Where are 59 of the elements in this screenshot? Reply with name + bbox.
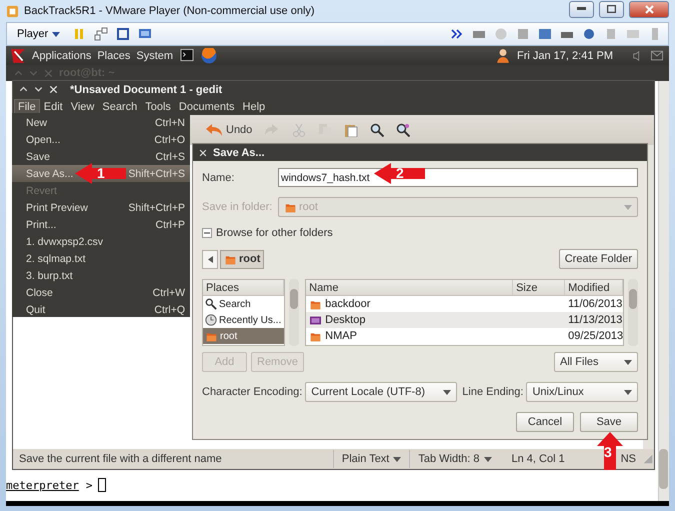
- editor-title: *Unsaved Document 1 - gedit: [70, 84, 222, 96]
- menu-item[interactable]: View: [66, 98, 98, 114]
- menu-item[interactable]: New Ctrl+N: [12, 114, 190, 131]
- menu-item[interactable]: Edit: [40, 98, 67, 114]
- file-name-cell[interactable]: NMAP: [306, 330, 514, 342]
- menu-item[interactable]: Tools: [141, 98, 175, 114]
- menu-item[interactable]: Help: [238, 98, 270, 114]
- step-number: 3: [604, 445, 612, 459]
- step-number: 1: [97, 166, 105, 180]
- field-label: Character Encoding:: [202, 386, 302, 398]
- field-label: Line Ending:: [462, 386, 524, 398]
- undo-button[interactable]: Undo: [205, 123, 252, 137]
- menu-item[interactable]: Search: [98, 98, 142, 114]
- filter-dropdown[interactable]: All Files: [554, 352, 638, 372]
- menu-item[interactable]: Quit Ctrl+Q: [12, 301, 190, 318]
- encoding-dropdown[interactable]: Current Locale (UTF-8): [305, 382, 458, 402]
- menu-item[interactable]: Print... Ctrl+P: [12, 216, 190, 233]
- field-label: Name:: [202, 172, 236, 184]
- line-ending-dropdown[interactable]: Unix/Linux: [526, 382, 638, 402]
- file-name-cell[interactable]: backdoor: [306, 298, 514, 310]
- date-cell-text: 11/13/2013: [567, 314, 624, 326]
- date-cell-text: 11/06/2013: [567, 298, 624, 310]
- menu-item[interactable]: 3. burp.txt: [12, 267, 190, 284]
- status-message: Save the current file with a different name: [18, 453, 223, 465]
- cursor-position: Ln 4, Col 1: [510, 453, 566, 465]
- path-button[interactable]: root: [220, 250, 264, 268]
- panel-menu[interactable]: Places: [97, 50, 130, 62]
- menu-item[interactable]: Documents: [174, 98, 239, 114]
- step-number: 2: [396, 166, 404, 180]
- panel-menu[interactable]: System: [136, 50, 174, 62]
- cancel-button[interactable]: Cancel: [516, 412, 574, 432]
- language-dropdown[interactable]: Plain Text: [332, 450, 410, 468]
- prompt-text: meterpreter: [6, 479, 79, 492]
- player-menu[interactable]: Player: [13, 28, 64, 40]
- menu-item[interactable]: Save Ctrl+S: [12, 148, 190, 165]
- dialog-title: Save As...: [213, 146, 265, 158]
- column-header[interactable]: Places: [203, 280, 284, 295]
- column-header[interactable]: Size: [513, 280, 566, 295]
- create-folder-button[interactable]: Create Folder: [558, 249, 638, 269]
- menu-item[interactable]: File: [14, 98, 40, 114]
- menu-item[interactable]: Close Ctrl+W: [12, 284, 190, 301]
- column-header[interactable]: Modified: [565, 280, 624, 295]
- column-header[interactable]: Name: [306, 280, 514, 295]
- field-label: Save in folder:: [202, 201, 272, 213]
- menu-item[interactable]: 1. dvwxpsp2.csv: [12, 233, 190, 250]
- prompt-symbol: >: [86, 479, 92, 492]
- menu-item[interactable]: 2. sqlmap.txt: [12, 250, 190, 267]
- menu-item[interactable]: Print Preview Shift+Ctrl+P: [12, 199, 190, 216]
- date-cell-text: 09/25/2013: [567, 330, 624, 342]
- save-button[interactable]: Save: [580, 412, 638, 432]
- menu-item[interactable]: Open... Ctrl+O: [12, 131, 190, 148]
- clock[interactable]: Fri Jan 17, 2:41 PM: [517, 50, 613, 62]
- browse-expander[interactable]: Browse for other folders: [202, 227, 333, 239]
- place-item[interactable]: root: [203, 328, 284, 344]
- file-name-cell[interactable]: Desktop: [306, 314, 514, 326]
- insert-mode: NS: [620, 453, 637, 465]
- window-title: BackTrack5R1 - VMware Player (Non-commercial use only): [24, 5, 316, 17]
- panel-menu[interactable]: Applications: [32, 50, 92, 62]
- tab-width-dropdown[interactable]: Tab Width: 8: [409, 450, 500, 468]
